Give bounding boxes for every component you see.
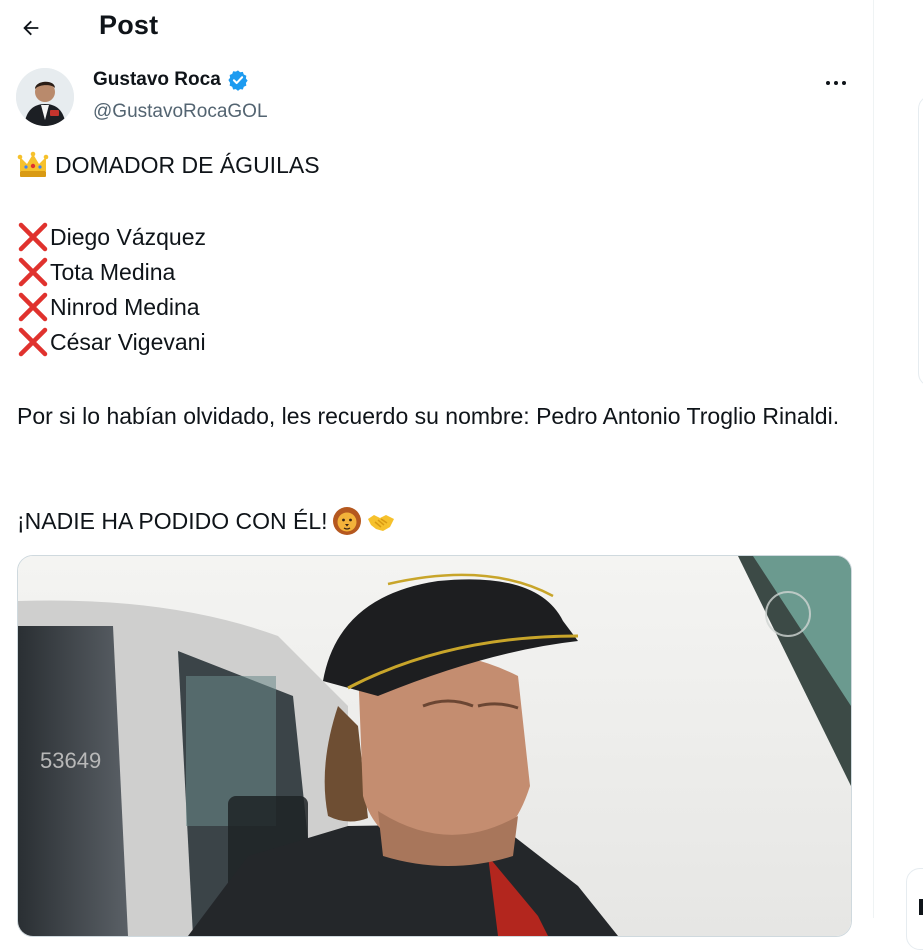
headline-text: DOMADOR DE ÁGUILAS — [55, 152, 320, 178]
author-handle[interactable]: @GustavoRocaGOL — [93, 101, 268, 123]
cross-mark-icon — [17, 222, 49, 252]
crossed-name-text: César Vigevani — [50, 329, 206, 355]
closing-text: ¡NADIE HA PODIDO CON ÉL! — [17, 508, 328, 534]
post-closing-line: ¡NADIE HA PODIDO CON ÉL! — [17, 506, 396, 536]
post-media-image[interactable]: 53649 — [17, 555, 852, 937]
crossed-name-text: Diego Vázquez — [50, 224, 206, 250]
crown-icon — [17, 151, 49, 179]
cross-mark-icon — [17, 327, 49, 357]
page-title: Post — [99, 10, 159, 40]
sidebar-card — [918, 95, 923, 387]
more-horizontal-icon — [826, 81, 830, 85]
avatar-image — [16, 68, 74, 126]
crossed-name-line: Tota Medina — [17, 257, 175, 287]
cross-mark-icon — [17, 257, 49, 287]
handshake-icon — [366, 506, 396, 536]
more-options-button[interactable] — [820, 70, 852, 96]
post-headline: DOMADOR DE ÁGUILAS — [17, 150, 320, 180]
crossed-name-line: Diego Vázquez — [17, 222, 206, 252]
post-header: Post — [0, 0, 870, 54]
svg-text:53649: 53649 — [40, 748, 101, 773]
crossed-name-text: Ninrod Medina — [50, 294, 200, 320]
crossed-name-line: César Vigevani — [17, 327, 206, 357]
back-button[interactable] — [14, 11, 48, 45]
cross-mark-icon — [17, 292, 49, 322]
arrow-left-icon — [23, 20, 39, 36]
author-name-row: Gustavo Roca — [93, 69, 249, 91]
verified-badge-icon[interactable] — [227, 69, 249, 91]
sidebar-card — [906, 868, 923, 950]
photo: 53649 — [18, 556, 851, 936]
crossed-name-line: Ninrod Medina — [17, 292, 200, 322]
column-divider — [873, 0, 874, 918]
post-paragraph: Por si lo habían olvidado, les recuerdo … — [17, 403, 840, 429]
crossed-name-text: Tota Medina — [50, 259, 176, 285]
post-detail-column: Post Gustavo Roca @GustavoRocaGOL DOMADO… — [0, 0, 870, 937]
lion-icon — [332, 506, 362, 536]
author-name[interactable]: Gustavo Roca — [93, 69, 221, 91]
avatar[interactable] — [16, 68, 74, 126]
